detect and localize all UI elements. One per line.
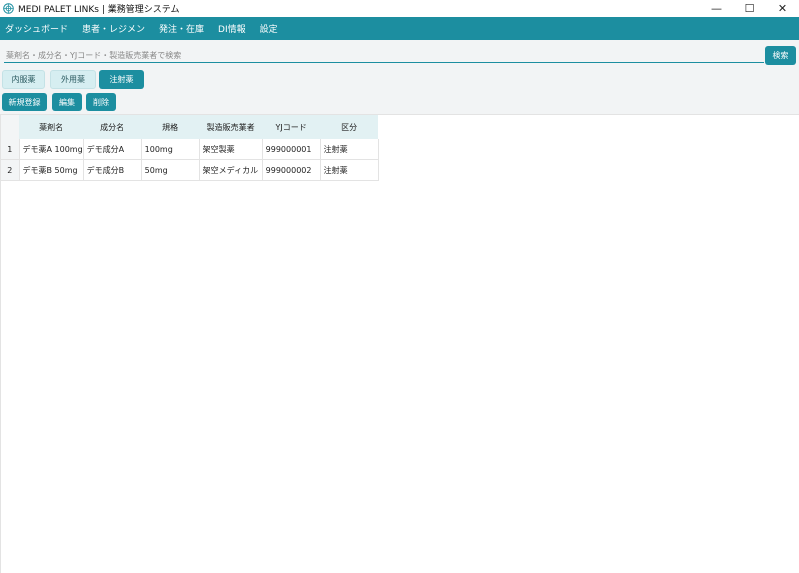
table-row[interactable]: 2 デモ薬B 50mg デモ成分B 50mg 架空メディカル 999000002…: [1, 159, 379, 181]
edit-button[interactable]: 編集: [52, 93, 82, 111]
main-menu-bar: ダッシュボード 患者・レジメン 発注・在庫 DI情報 設定: [0, 17, 799, 40]
cell-ingredient[interactable]: デモ成分A: [83, 139, 142, 160]
tab-internal-medicine[interactable]: 内服薬: [2, 70, 45, 89]
header-category[interactable]: 区分: [320, 115, 379, 139]
tab-injection[interactable]: 注射薬: [99, 70, 144, 89]
row-number-header: [1, 115, 19, 139]
maximize-button[interactable]: ☐: [733, 0, 766, 17]
cell-drug-name[interactable]: デモ薬A 100mg: [19, 139, 84, 160]
delete-button[interactable]: 削除: [86, 93, 116, 111]
row-number: 1: [1, 139, 20, 160]
cell-spec[interactable]: 100mg: [141, 139, 200, 160]
tab-external-medicine[interactable]: 外用薬: [50, 70, 96, 89]
header-ingredient[interactable]: 成分名: [83, 115, 142, 139]
cell-manufacturer[interactable]: 架空製薬: [199, 139, 263, 160]
data-grid-area: [0, 114, 799, 573]
cell-manufacturer[interactable]: 架空メディカル: [199, 159, 263, 181]
header-drug-name[interactable]: 薬剤名: [19, 115, 84, 139]
table-row[interactable]: 1 デモ薬A 100mg デモ成分A 100mg 架空製薬 999000001 …: [1, 139, 379, 160]
menu-patients-regimen[interactable]: 患者・レジメン: [77, 22, 154, 35]
search-button[interactable]: 検索: [765, 46, 796, 65]
cell-category[interactable]: 注射薬: [320, 139, 379, 160]
menu-settings[interactable]: 設定: [255, 22, 287, 35]
menu-dashboard[interactable]: ダッシュボード: [0, 22, 77, 35]
close-button[interactable]: ✕: [766, 0, 799, 17]
cell-spec[interactable]: 50mg: [141, 159, 200, 181]
cell-category[interactable]: 注射薬: [320, 159, 379, 181]
table-header-row: 薬剤名 成分名 規格 製造販売業者 YJコード 区分: [1, 115, 379, 139]
new-register-button[interactable]: 新規登録: [2, 93, 47, 111]
title-bar: MEDI PALET LINKs | 業務管理システム — ☐ ✕: [0, 0, 799, 17]
cell-ingredient[interactable]: デモ成分B: [83, 159, 142, 181]
window-controls: — ☐ ✕: [700, 0, 799, 17]
drug-table: 薬剤名 成分名 規格 製造販売業者 YJコード 区分 1 デモ薬A 100mg …: [1, 115, 379, 181]
search-input[interactable]: [4, 48, 764, 63]
cell-drug-name[interactable]: デモ薬B 50mg: [19, 159, 84, 181]
menu-orders-inventory[interactable]: 発注・在庫: [154, 22, 213, 35]
header-yj-code[interactable]: YJコード: [262, 115, 321, 139]
app-logo-icon: [3, 3, 14, 14]
cell-yj-code[interactable]: 999000002: [262, 159, 321, 181]
cell-yj-code[interactable]: 999000001: [262, 139, 321, 160]
window-title: MEDI PALET LINKs | 業務管理システム: [18, 5, 180, 15]
header-manufacturer[interactable]: 製造販売業者: [199, 115, 263, 139]
menu-di-info[interactable]: DI情報: [213, 22, 255, 35]
minimize-button[interactable]: —: [700, 0, 733, 17]
row-number: 2: [1, 159, 20, 181]
header-spec[interactable]: 規格: [141, 115, 200, 139]
